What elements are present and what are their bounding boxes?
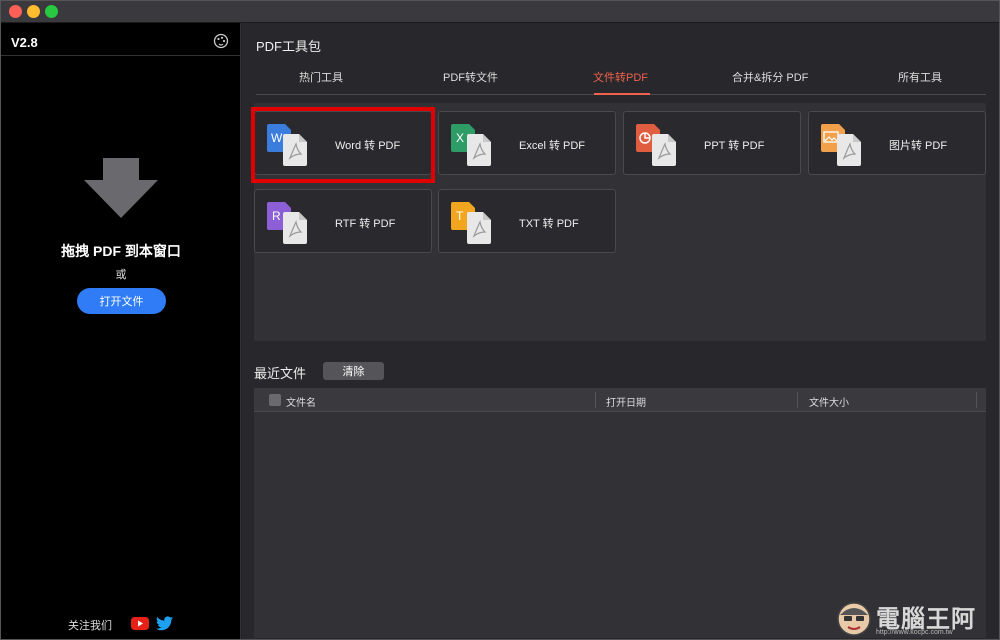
column-header-filename[interactable]: 文件名 [286, 394, 316, 409]
tool-rtf-to-pdf[interactable]: R RTF 转 PDF [254, 189, 432, 253]
minimize-window-button[interactable] [27, 5, 40, 18]
or-text: 或 [115, 269, 127, 281]
column-header-open-date[interactable]: 打开日期 [606, 394, 646, 409]
tab-popular-tools[interactable]: 热门工具 [299, 69, 343, 85]
tool-txt-to-pdf[interactable]: T TXT 转 PDF [438, 189, 616, 253]
rtf-icon: R [267, 202, 307, 244]
open-file-button[interactable]: 打开文件 [77, 288, 166, 314]
version-label: V2.8 [11, 35, 38, 50]
tool-label: Word 转 PDF [335, 140, 401, 152]
twitter-icon[interactable] [156, 616, 173, 631]
clear-recent-button[interactable]: 清除 [323, 362, 384, 380]
svg-text:X: X [456, 131, 464, 145]
word-icon: W [267, 124, 307, 166]
maximize-window-button[interactable] [45, 5, 58, 18]
tool-label: PPT 转 PDF [704, 140, 765, 152]
tool-label: RTF 转 PDF [335, 218, 396, 230]
watermark: 電腦王阿達 http://www.kocpc.com.tw [836, 599, 996, 639]
tab-merge-split-pdf[interactable]: 合并&拆分 PDF [732, 69, 808, 85]
follow-us-label: 关注我们 [68, 620, 112, 632]
column-divider[interactable] [976, 392, 977, 408]
tools-panel: W Word 转 PDF X Excel 转 PDF PPT 转 PDF 图片转… [254, 103, 986, 341]
tool-excel-to-pdf[interactable]: X Excel 转 PDF [438, 111, 616, 175]
tab-file-to-pdf[interactable]: 文件转PDF [593, 69, 648, 85]
sidebar: V2.8 拖拽 PDF 到本窗口 或 打开文件 关注我们 [1, 23, 241, 639]
active-tab-indicator [594, 93, 650, 95]
mascot-face-icon [837, 602, 871, 636]
tool-label: TXT 转 PDF [519, 218, 579, 230]
txt-icon: T [451, 202, 491, 244]
column-header-file-size[interactable]: 文件大小 [809, 394, 849, 409]
select-all-checkbox[interactable] [269, 394, 281, 406]
tool-image-to-pdf[interactable]: 图片转 PDF [808, 111, 986, 175]
tool-label: Excel 转 PDF [519, 140, 586, 152]
ppt-icon [636, 124, 676, 166]
tab-pdf-to-file[interactable]: PDF转文件 [443, 69, 498, 85]
svg-text:T: T [456, 209, 464, 223]
page-title: PDF工具包 [256, 39, 322, 54]
image-icon [821, 124, 861, 166]
table-header: 文件名 打开日期 文件大小 [254, 388, 986, 412]
column-divider[interactable] [797, 392, 798, 408]
youtube-icon[interactable] [131, 617, 149, 630]
column-divider[interactable] [595, 392, 596, 408]
tool-ppt-to-pdf[interactable]: PPT 转 PDF [623, 111, 801, 175]
tab-bar: 热门工具 PDF转文件 文件转PDF 合并&拆分 PDF 所有工具 [256, 61, 986, 95]
download-arrow-icon [84, 158, 158, 218]
sidebar-divider [1, 55, 241, 56]
tab-all-tools[interactable]: 所有工具 [898, 69, 942, 85]
svg-text:R: R [272, 209, 281, 223]
excel-icon: X [451, 124, 491, 166]
recent-files-title: 最近文件 [254, 366, 307, 381]
close-window-button[interactable] [9, 5, 22, 18]
watermark-url: http://www.kocpc.com.tw [876, 629, 953, 636]
main-panel: PDF工具包 热门工具 PDF转文件 文件转PDF 合并&拆分 PDF 所有工具… [242, 23, 999, 639]
title-bar [1, 1, 999, 23]
svg-text:W: W [271, 131, 283, 145]
tool-label: 图片转 PDF [889, 140, 948, 152]
app-window: V2.8 拖拽 PDF 到本窗口 或 打开文件 关注我们 PDF工具包 热门工具 [0, 0, 1000, 640]
palette-icon[interactable] [213, 33, 229, 49]
tool-word-to-pdf[interactable]: W Word 转 PDF [254, 111, 432, 175]
drop-zone-title: 拖拽 PDF 到本窗口 [61, 243, 181, 259]
